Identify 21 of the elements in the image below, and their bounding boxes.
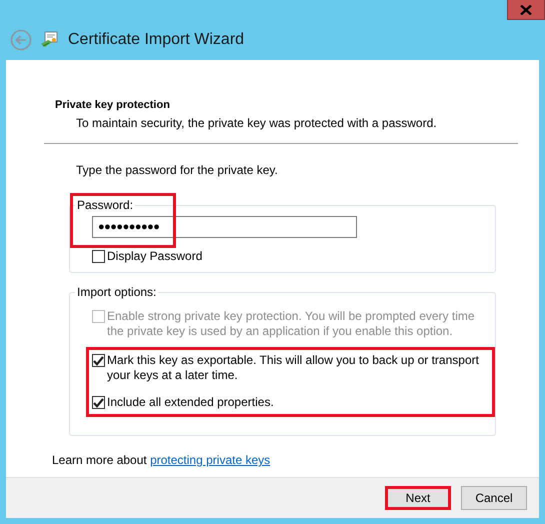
- cancel-button[interactable]: Cancel: [461, 486, 527, 510]
- checkbox-label: Display Password: [107, 249, 202, 264]
- checkbox[interactable]: [92, 354, 105, 367]
- close-button[interactable]: [507, 0, 545, 20]
- checkbox-label: Include all extended properties.: [107, 395, 274, 410]
- checkbox-label: Mark this key as exportable. This will allow you to back up or transport your keys at a later time.: [107, 353, 480, 383]
- window-title: Certificate Import Wizard: [68, 31, 244, 49]
- page-description: To maintain security, the private key was protected with a password.: [76, 116, 438, 130]
- import-options-label: Import options:: [76, 285, 158, 299]
- checkbox[interactable]: [92, 396, 105, 409]
- password-label: Password:: [76, 198, 134, 212]
- help-link[interactable]: protecting private keys: [150, 453, 270, 467]
- close-icon: [520, 4, 532, 14]
- certificate-icon: [40, 31, 58, 49]
- checkbox-label: Enable strong private key protection. You will be prompted every time the private key is used by an application if you enable this option.: [107, 309, 476, 339]
- password-prompt: Type the password for the private key.: [76, 163, 279, 177]
- checkbox[interactable]: [92, 250, 105, 263]
- page-heading: Private key protection: [55, 99, 171, 111]
- learn-more-text: Learn more about: [52, 453, 147, 467]
- next-button[interactable]: Next: [385, 486, 451, 510]
- password-field[interactable]: ●●●●●●●●●●: [92, 216, 357, 238]
